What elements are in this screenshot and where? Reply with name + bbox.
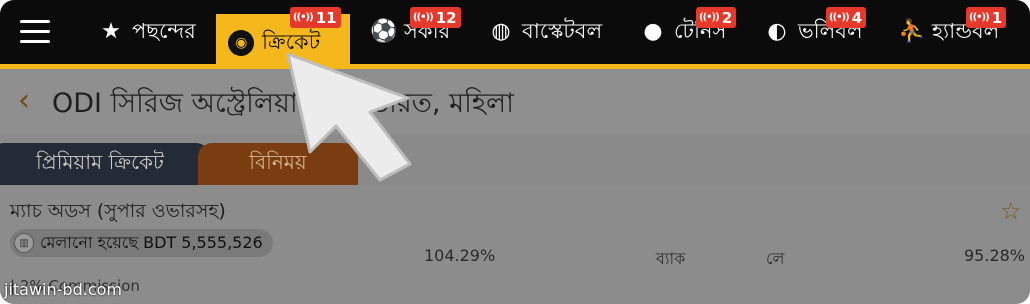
pointer-cursor-icon xyxy=(286,52,412,182)
cricket-bat-icon: ◉ xyxy=(223,25,259,61)
live-icon: ((•)) xyxy=(969,12,990,23)
star-outline-icon[interactable]: ☆ xyxy=(1000,197,1022,225)
handball-player-icon: ⛹ xyxy=(898,19,926,44)
live-icon: ((•)) xyxy=(293,12,314,23)
back-header: ব্যাক xyxy=(656,249,686,268)
app-frame: ★ পছন্দের ◉ ক্রিকেট ((•)) 11 ⚽ সকার ((•))… xyxy=(0,0,1030,304)
left-overround: 104.29% xyxy=(424,246,496,265)
lay-header: লে xyxy=(766,249,785,268)
chart-icon: ▥ xyxy=(14,233,34,253)
back-chevron-icon[interactable]: ‹ xyxy=(18,83,30,118)
tab-label: পছন্দের xyxy=(132,18,196,43)
tennis-ball-icon: ● xyxy=(643,19,663,44)
sport-nav-bar: ★ পছন্দের ◉ ক্রিকেট ((•)) 11 ⚽ সকার ((•))… xyxy=(0,0,1030,69)
match-content: ‹ ODI সিরিজ অস্ট্রেলিয়া বনাম ভারত, মহিল… xyxy=(0,69,1030,304)
star-icon: ★ xyxy=(101,19,121,44)
volleyball-icon: ◐ xyxy=(767,19,787,44)
matched-label: মেলানো হয়েছে BDT 5,555,526 xyxy=(40,232,263,252)
live-icon: ((•)) xyxy=(413,12,434,23)
live-count-badge: ((•)) 4 xyxy=(826,7,867,28)
right-overround: 95.28% xyxy=(964,246,1026,265)
market-panel: ম্যাচ অডস (সুপার ওভারসহ) ☆ ▥ মেলানো হয়ে… xyxy=(0,185,1030,304)
tab-premium-cricket[interactable]: প্রিমিয়াম ক্রিকেট xyxy=(0,143,210,185)
match-header: ‹ ODI সিরিজ অস্ট্রেলিয়া বনাম ভারত, মহিল… xyxy=(0,69,1030,135)
market-title: ম্যাচ অডস (সুপার ওভারসহ) xyxy=(10,200,226,222)
hamburger-icon[interactable] xyxy=(20,20,52,44)
live-count-badge: ((•)) 2 xyxy=(696,7,737,28)
tab-favourites[interactable]: ★ পছন্দের xyxy=(86,0,208,64)
market-tabs: প্রিমিয়াম ক্রিকেট বিনিময় xyxy=(0,135,1030,185)
live-count-badge: ((•)) 12 xyxy=(410,7,461,28)
live-count-badge: ((•)) 11 xyxy=(290,7,341,28)
tab-basketball[interactable]: ◍ বাস্কেটবল xyxy=(476,0,614,64)
matched-amount-badge: ▥ মেলানো হয়েছে BDT 5,555,526 xyxy=(10,229,273,257)
basketball-icon: ◍ xyxy=(491,19,511,44)
site-watermark: jitawin-bd.com xyxy=(4,280,122,299)
live-icon: ((•)) xyxy=(699,12,720,23)
live-icon: ((•)) xyxy=(829,12,850,23)
live-count-badge: ((•)) 1 xyxy=(966,7,1007,28)
tab-label: বাস্কেটবল xyxy=(522,18,603,43)
